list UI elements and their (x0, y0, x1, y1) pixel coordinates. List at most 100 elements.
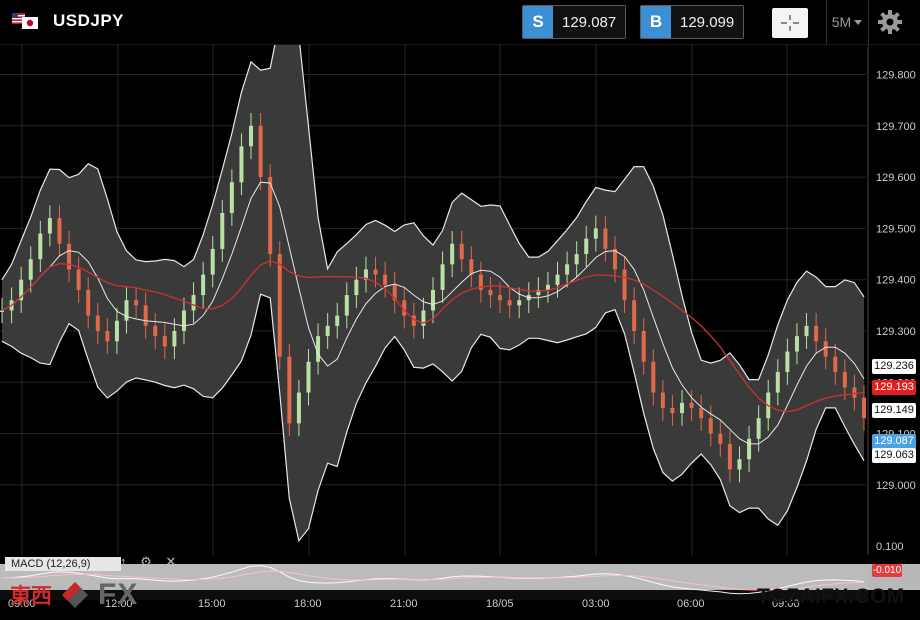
candle-body (517, 300, 522, 306)
candle-body (651, 361, 656, 393)
candle-body (660, 392, 665, 408)
candle-body (794, 336, 799, 352)
gear-icon[interactable] (876, 8, 904, 36)
candle-body (785, 351, 790, 373)
candle-body (296, 392, 301, 424)
candle-body (201, 274, 206, 296)
candle-body (775, 372, 780, 393)
candle-body (411, 315, 416, 326)
candle-body (47, 218, 52, 234)
candle-body (105, 331, 110, 342)
candle-body (737, 459, 742, 470)
crosshair-icon (781, 15, 799, 31)
candle-body (220, 213, 225, 249)
y-tick-label: 129.700 (876, 121, 916, 133)
candle-body (469, 259, 474, 275)
candle-body (277, 254, 282, 357)
y-tick-label: 129.400 (876, 275, 916, 287)
sell-price: 129.087 (553, 6, 626, 38)
candle-body (114, 320, 119, 342)
candle-body (354, 279, 359, 296)
symbol-title: USDJPY (53, 11, 125, 30)
candle-body (335, 315, 340, 326)
candle-body (373, 269, 378, 275)
candle-body (28, 259, 33, 280)
candle-body (622, 269, 627, 301)
candle-body (134, 300, 139, 306)
candle-body (555, 274, 560, 285)
diamond-logo-icon (62, 582, 88, 608)
x-tick-label: 18:00 (294, 598, 322, 610)
candle-body (708, 418, 713, 434)
buy-tag: B (641, 6, 671, 38)
candle-body (833, 356, 838, 373)
logo-kanji: 東西 (10, 584, 52, 608)
candle-body (507, 300, 512, 306)
macd-controls: ↑ ⚙ ✕ (120, 554, 176, 570)
y-tick-label: 129.300 (876, 326, 916, 338)
y-tick-label: 129.800 (876, 70, 916, 82)
candle-body (593, 228, 598, 239)
candle-body (804, 325, 809, 337)
candle-body (431, 289, 435, 311)
us-japan-flag-icon (12, 13, 38, 29)
tozaifx-url-watermark: TOZAIFX.COM (757, 585, 905, 608)
candle-body (191, 295, 196, 311)
candle-body (727, 443, 732, 470)
candle-body (450, 243, 455, 265)
candle-body (162, 336, 167, 347)
candle-body (229, 182, 234, 214)
candle-body (842, 372, 847, 388)
sell-price-tag: 129.087 (872, 434, 916, 449)
candle-body (545, 284, 550, 290)
candle-body (67, 243, 72, 270)
macd-tick-upper: 0.100 (876, 541, 904, 553)
buy-price: 129.099 (671, 6, 744, 38)
x-tick-label: 18/05 (486, 598, 514, 610)
candle-body (0, 310, 4, 312)
crosshair-button[interactable] (772, 8, 808, 38)
macd-indicator-label[interactable]: MACD (12,26,9) (5, 557, 121, 571)
candle-body (76, 269, 81, 290)
lower-band-tag: 129.063 (872, 448, 916, 463)
candle-body (670, 407, 675, 414)
candle-body (181, 310, 186, 331)
candle-body (756, 418, 761, 439)
candle-body (814, 325, 819, 342)
caret-down-icon (854, 20, 863, 25)
buy-quote-button[interactable]: B 129.099 (640, 5, 745, 39)
candle-body (210, 248, 215, 275)
candle-body (268, 177, 273, 255)
candle-body (718, 433, 723, 444)
sell-quote-button[interactable]: S 129.087 (522, 5, 627, 39)
candle-body (143, 305, 148, 326)
candle-body (124, 300, 129, 321)
candle-body (287, 356, 292, 424)
price-chart[interactable]: 129.800 129.700 129.600 129.500 129.400 129.3… (0, 45, 920, 620)
candle-body (459, 243, 464, 260)
candle-body (249, 125, 254, 147)
up-arrow-icon[interactable]: ↑ (120, 554, 127, 569)
candle-body (680, 402, 685, 414)
candle-body (574, 254, 579, 265)
candle-body (95, 315, 100, 331)
x-tick-label: 15:00 (198, 598, 226, 610)
close-icon[interactable]: ✕ (165, 554, 176, 569)
y-axis-labels: 129.800 129.700 129.600 129.500 129.400 129.3… (876, 70, 916, 492)
candle-body (747, 438, 752, 460)
timeframe-dropdown[interactable]: 5M (826, 0, 869, 44)
candle-body (689, 402, 694, 408)
candle-body (344, 295, 349, 316)
candle-body (565, 264, 570, 275)
y-tick-label: 129.600 (876, 172, 916, 184)
candle-body (306, 361, 311, 393)
candle-body (498, 295, 503, 301)
candle-body (852, 387, 857, 398)
candle-body (488, 289, 493, 296)
x-tick-label: 06:00 (677, 598, 705, 610)
candle-body (38, 233, 43, 260)
candle-body (584, 238, 589, 255)
gear-icon[interactable]: ⚙ (140, 554, 152, 569)
candle-body (440, 264, 445, 290)
top-bar: USDJPY S 129.087 B 129.099 5M (0, 0, 920, 45)
